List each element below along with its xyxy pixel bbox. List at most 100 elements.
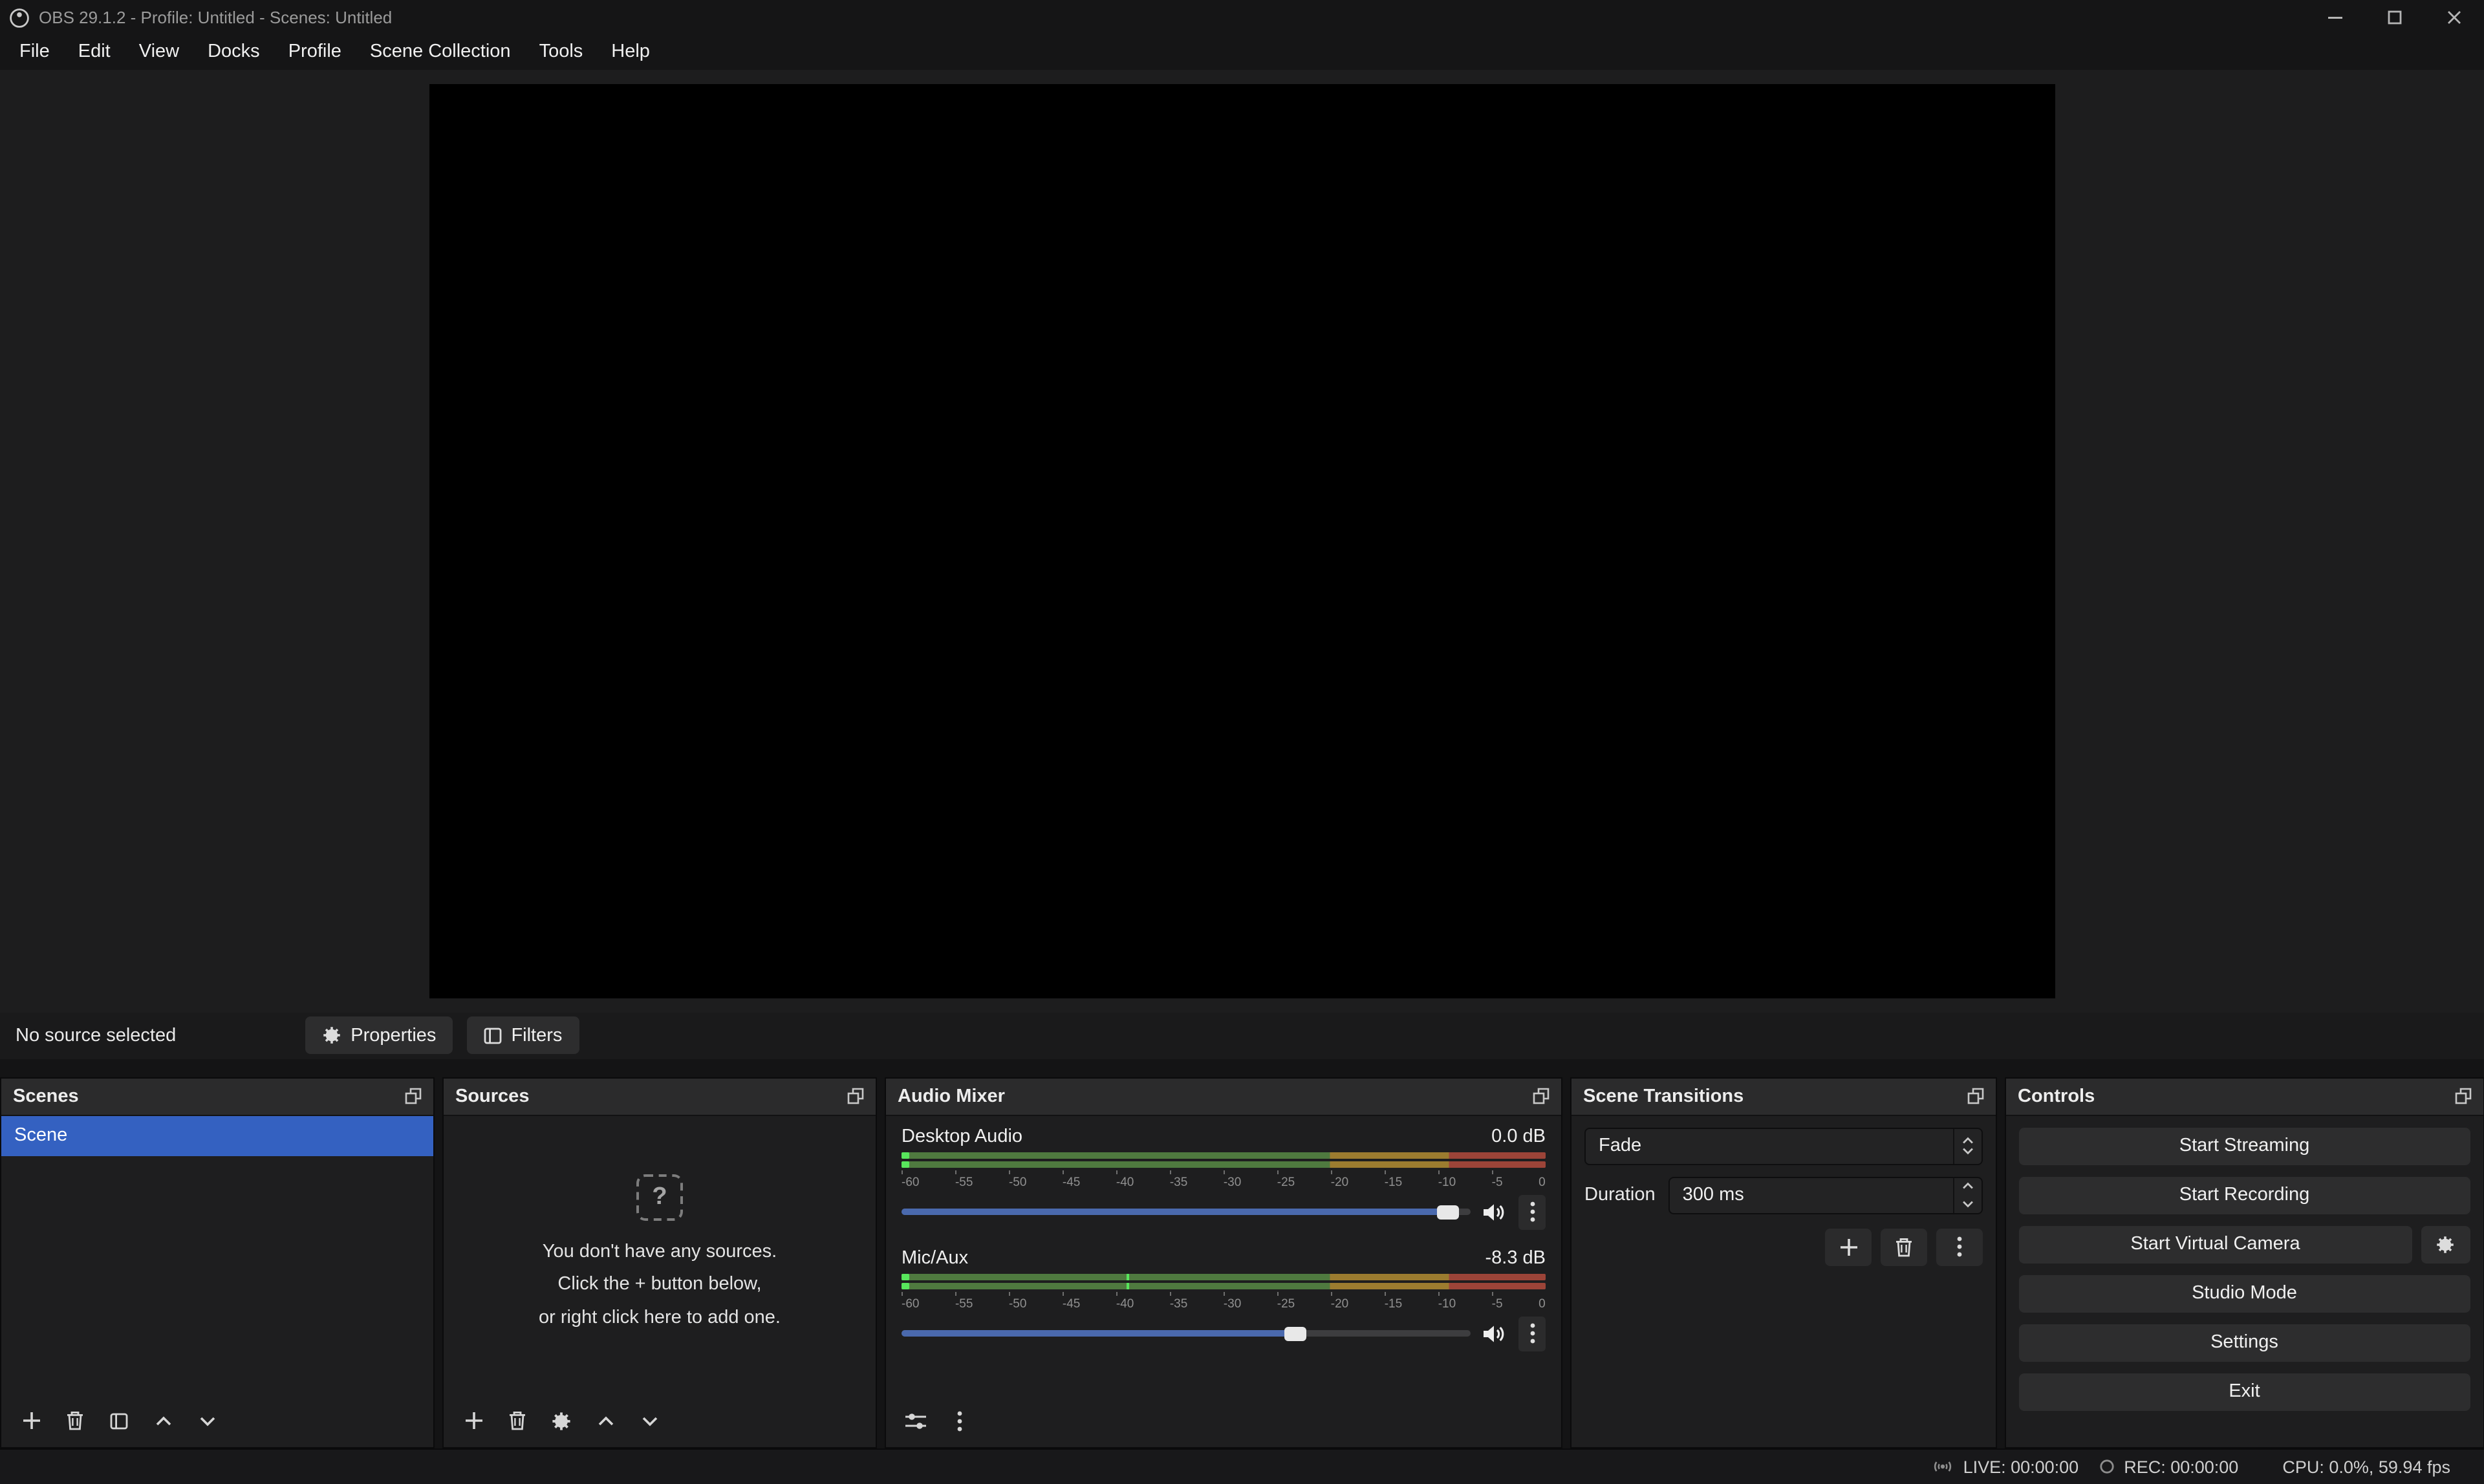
volume-slider-handle[interactable] xyxy=(1284,1326,1306,1340)
meter-tick-label: -50 xyxy=(1009,1175,1026,1189)
source-toolbar: No source selected Properties Filters xyxy=(0,1012,2484,1059)
transitions-popout-button[interactable] xyxy=(1967,1088,1984,1104)
peak-indicator xyxy=(1127,1273,1130,1280)
sources-popout-button[interactable] xyxy=(847,1088,864,1104)
meter-tick-label: -45 xyxy=(1063,1296,1080,1311)
move-source-down-button[interactable] xyxy=(635,1406,664,1435)
duration-increase-button[interactable] xyxy=(1954,1178,1982,1195)
move-source-up-button[interactable] xyxy=(591,1406,620,1435)
window-controls xyxy=(2306,0,2484,35)
add-scene-button[interactable] xyxy=(17,1406,45,1435)
meter-tick-label: -60 xyxy=(902,1175,919,1189)
meter-tickmarks xyxy=(902,1170,1546,1174)
channel-db-value: -8.3 dB xyxy=(1485,1247,1546,1268)
obs-window: OBS 29.1.2 - Profile: Untitled - Scenes:… xyxy=(0,0,2484,1484)
mute-button[interactable] xyxy=(1482,1202,1507,1221)
add-transition-button[interactable] xyxy=(1825,1228,1872,1265)
preview-canvas[interactable] xyxy=(429,84,2055,998)
menu-item-edit[interactable]: Edit xyxy=(64,35,125,70)
controls-dock-header[interactable]: Controls xyxy=(2006,1078,2483,1115)
start-recording-button[interactable]: Start Recording xyxy=(2019,1176,2470,1214)
channel-options-button[interactable] xyxy=(1518,1194,1546,1229)
dock-gap xyxy=(0,1059,2484,1077)
chevron-down-icon xyxy=(641,1415,658,1426)
transitions-dock-header[interactable]: Scene Transitions xyxy=(1571,1078,1996,1115)
audio-mixer-popout-button[interactable] xyxy=(1533,1088,1550,1104)
chevron-up-icon xyxy=(155,1415,171,1426)
chevron-up-icon xyxy=(1962,1183,1974,1190)
rec-time: REC: 00:00:00 xyxy=(2124,1457,2238,1476)
kebab-icon xyxy=(1529,1323,1535,1344)
meter-tick-label: -5 xyxy=(1492,1296,1503,1311)
virtual-camera-settings-button[interactable] xyxy=(2421,1225,2470,1263)
docks-row: Scenes Scene xyxy=(0,1077,2484,1448)
audio-mixer-dock-header[interactable]: Audio Mixer xyxy=(886,1078,1561,1115)
remove-scene-button[interactable] xyxy=(61,1406,89,1435)
controls-popout-button[interactable] xyxy=(2454,1088,2471,1104)
meter-tick-label: -15 xyxy=(1385,1296,1402,1311)
menu-item-profile[interactable]: Profile xyxy=(274,35,356,70)
remove-transition-button[interactable] xyxy=(1881,1228,1927,1265)
chevron-up-icon xyxy=(597,1415,614,1426)
sources-dock-header[interactable]: Sources xyxy=(444,1078,876,1115)
transition-options-button[interactable] xyxy=(1936,1228,1983,1265)
volume-slider[interactable] xyxy=(902,1323,1471,1344)
chevron-up-icon xyxy=(1962,1137,1974,1145)
scene-filters-button[interactable] xyxy=(105,1406,133,1435)
gear-icon xyxy=(322,1026,341,1045)
menu-item-docks[interactable]: Docks xyxy=(193,35,274,70)
mixer-menu-button[interactable] xyxy=(945,1406,974,1435)
start-virtual-camera-button[interactable]: Start Virtual Camera xyxy=(2019,1225,2412,1263)
duration-spinbox[interactable]: 300 ms xyxy=(1669,1176,1983,1214)
studio-mode-button[interactable]: Studio Mode xyxy=(2019,1274,2470,1312)
mute-button[interactable] xyxy=(1482,1324,1507,1343)
move-scene-down-button[interactable] xyxy=(193,1406,221,1435)
add-source-button[interactable] xyxy=(459,1406,488,1435)
menu-item-tools[interactable]: Tools xyxy=(525,35,598,70)
advanced-audio-button[interactable] xyxy=(902,1406,930,1435)
menu-item-view[interactable]: View xyxy=(125,35,193,70)
speaker-icon xyxy=(1482,1324,1507,1343)
source-properties-button[interactable] xyxy=(547,1406,576,1435)
exit-button[interactable]: Exit xyxy=(2019,1373,2470,1410)
close-button[interactable] xyxy=(2425,0,2484,35)
menu-item-scene-collection[interactable]: Scene Collection xyxy=(356,35,525,70)
controls-dock-title: Controls xyxy=(2018,1086,2095,1106)
meter-tick-label: -25 xyxy=(1277,1175,1295,1189)
remove-source-button[interactable] xyxy=(503,1406,532,1435)
titlebar[interactable]: OBS 29.1.2 - Profile: Untitled - Scenes:… xyxy=(0,0,2484,35)
menu-item-help[interactable]: Help xyxy=(597,35,664,70)
gear-icon xyxy=(551,1410,572,1431)
popout-icon xyxy=(1967,1088,1984,1104)
properties-button[interactable]: Properties xyxy=(305,1016,453,1054)
volume-meter xyxy=(902,1152,1546,1174)
scenes-popout-button[interactable] xyxy=(405,1088,422,1104)
volume-slider-handle[interactable] xyxy=(1438,1205,1460,1219)
scene-list-item[interactable]: Scene xyxy=(1,1115,433,1156)
scenes-list[interactable]: Scene xyxy=(1,1115,433,1396)
maximize-icon xyxy=(2388,10,2402,25)
record-icon xyxy=(2099,1459,2115,1474)
volume-slider[interactable] xyxy=(902,1201,1471,1222)
sources-dock: Sources ? You don't have any sources. Cl… xyxy=(442,1077,877,1448)
transition-select[interactable]: Fade xyxy=(1584,1127,1983,1165)
start-streaming-button[interactable]: Start Streaming xyxy=(2019,1127,2470,1165)
minimize-button[interactable] xyxy=(2306,0,2365,35)
channel-options-button[interactable] xyxy=(1518,1316,1546,1351)
meter-tick-label: -5 xyxy=(1492,1175,1503,1189)
sources-list[interactable]: ? You don't have any sources. Click the … xyxy=(444,1115,876,1396)
channel-name: Desktop Audio xyxy=(902,1126,1022,1146)
duration-decrease-button[interactable] xyxy=(1954,1195,1982,1212)
filters-button[interactable]: Filters xyxy=(467,1016,579,1054)
scenes-dock-header[interactable]: Scenes xyxy=(1,1078,433,1115)
mixer-channels: Desktop Audio 0.0 dB -60-55-50-45-40-35-… xyxy=(886,1115,1561,1396)
filters-button-label: Filters xyxy=(511,1025,562,1046)
rec-status: REC: 00:00:00 xyxy=(2099,1457,2238,1476)
settings-button[interactable]: Settings xyxy=(2019,1324,2470,1361)
chevron-down-icon xyxy=(1962,1200,1974,1208)
move-scene-up-button[interactable] xyxy=(149,1406,177,1435)
maximize-button[interactable] xyxy=(2365,0,2425,35)
menu-item-file[interactable]: File xyxy=(5,35,64,70)
sources-empty-text: or right click here to add one. xyxy=(539,1304,781,1331)
minimize-icon xyxy=(2328,10,2342,25)
